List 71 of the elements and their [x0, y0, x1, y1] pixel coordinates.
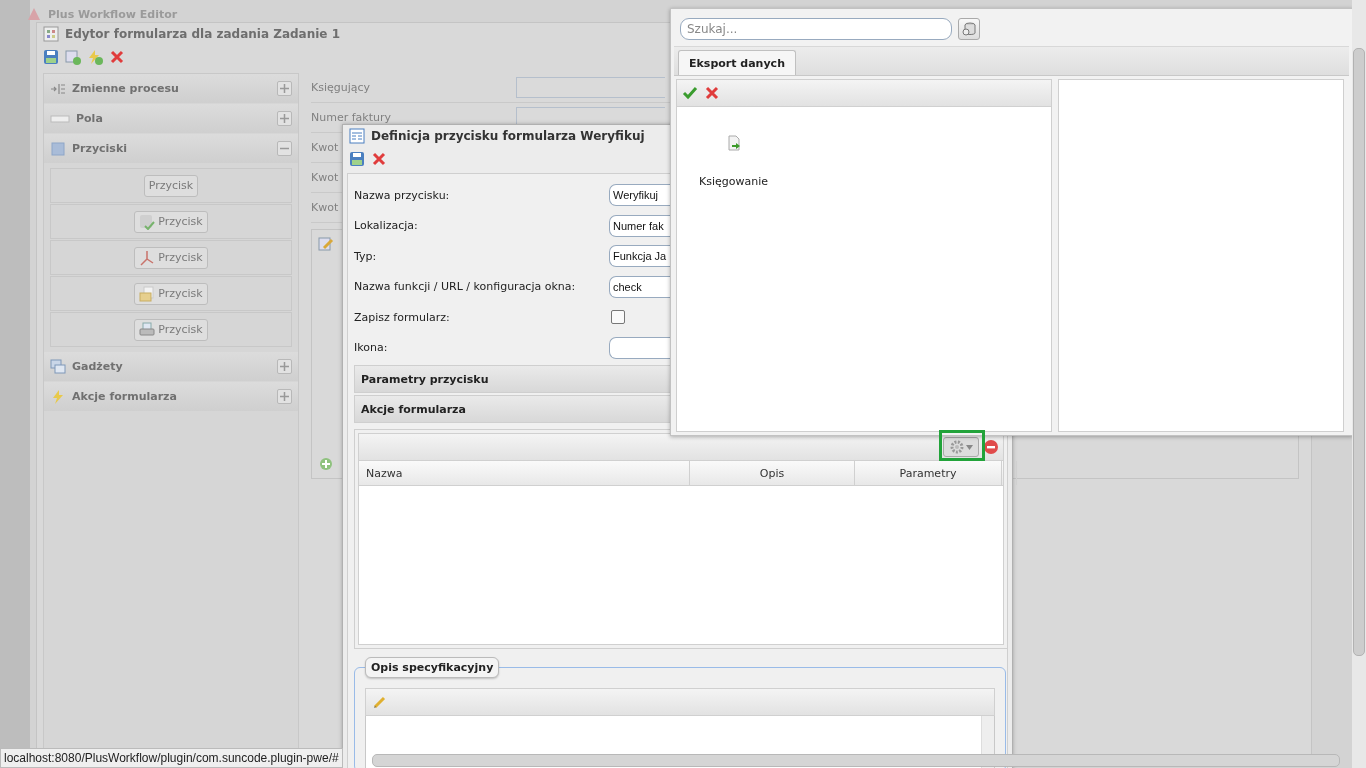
field-label: Numer faktury: [311, 111, 392, 124]
section-header[interactable]: Akcje formularza: [354, 395, 670, 423]
toggle-button[interactable]: [277, 389, 292, 404]
status-url: localhost:8080/PlusWorkflow/plugin/com.suncode.plugin-pwe/#: [0, 748, 343, 768]
app-title: Plus Workflow Editor: [48, 7, 178, 21]
input-field[interactable]: Funkcja Ja: [609, 245, 670, 268]
close-icon: [371, 151, 387, 167]
form-icon: [43, 26, 59, 42]
tab[interactable]: Eksport danych: [678, 50, 796, 75]
field-label: Ikona:: [354, 341, 389, 355]
save-icon: [43, 49, 59, 65]
save-icon: [349, 151, 365, 167]
check-icon: [682, 85, 698, 101]
column-header[interactable]: Parametry: [855, 461, 1002, 485]
field-label: Zapisz formularz:: [354, 310, 451, 324]
pencil-icon: [372, 694, 388, 710]
section-header[interactable]: Parametry przycisku: [354, 365, 670, 393]
input-field[interactable]: Weryfikuj: [609, 184, 670, 207]
document-arrow-icon: [725, 135, 742, 151]
field-label: Nazwa funkcji / URL / konfiguracja okna:: [354, 280, 577, 294]
input-field[interactable]: [609, 336, 670, 359]
check-icon: [139, 213, 156, 230]
square-icon: [50, 140, 66, 157]
database-button[interactable]: [958, 18, 980, 40]
input-field[interactable]: Numer fak: [609, 214, 670, 237]
toggle-button[interactable]: [277, 359, 292, 374]
plus-icon: [280, 114, 289, 123]
field-label: Typ:: [354, 249, 378, 263]
search-field[interactable]: Szukaj...: [680, 18, 952, 40]
lightning-icon: [50, 388, 66, 405]
close-icon: [704, 85, 720, 101]
dialog-title: Definicja przycisku formularza Weryfikuj: [371, 129, 645, 143]
field-label: Kwot: [311, 201, 340, 214]
toggle-button[interactable]: [277, 81, 292, 96]
window-title: Edytor formularza dla zadania Zadanie 1: [65, 27, 340, 41]
field-label: Lokalizacja:: [354, 219, 419, 233]
input-field[interactable]: [516, 77, 665, 98]
field-label: Księgujący: [311, 81, 372, 94]
edit-icon: [318, 236, 334, 252]
lightning-add-icon: [87, 49, 103, 65]
logo-icon: [26, 6, 42, 22]
remove-icon: [983, 439, 999, 455]
plus-icon: [280, 362, 289, 371]
gear-icon: [949, 439, 965, 455]
caret-icon: [966, 444, 973, 450]
plus-icon: [280, 392, 289, 401]
database-icon: [961, 21, 977, 37]
add-icon: [318, 456, 334, 472]
settings-button[interactable]: [943, 437, 979, 457]
field-label: Nazwa przycisku:: [354, 188, 451, 202]
item-label[interactable]: Księgowanie: [699, 175, 768, 188]
field-label: Kwot: [311, 141, 340, 154]
scrollbar-thumb[interactable]: [372, 754, 1340, 767]
column-header[interactable]: Opis: [690, 461, 855, 485]
toggle-button[interactable]: [277, 141, 292, 156]
folder-icon: [139, 285, 156, 302]
table-add-icon: [65, 49, 81, 65]
fieldset-legend: Opis specyfikacyjny: [365, 657, 500, 678]
checkbox[interactable]: [611, 310, 625, 325]
form-icon: [349, 128, 365, 144]
pdf-icon: [139, 249, 156, 266]
field-label: Kwot: [311, 171, 340, 184]
toggle-button[interactable]: [277, 111, 292, 126]
windows-icon: [50, 358, 66, 375]
close-icon: [109, 49, 125, 65]
input-field[interactable]: check: [609, 275, 670, 298]
highlight-frame: [939, 430, 985, 461]
scrollbar-thumb[interactable]: [1353, 48, 1365, 656]
column-header[interactable]: Nazwa: [359, 461, 690, 485]
printer-icon: [139, 321, 156, 338]
plus-icon: [280, 84, 289, 93]
